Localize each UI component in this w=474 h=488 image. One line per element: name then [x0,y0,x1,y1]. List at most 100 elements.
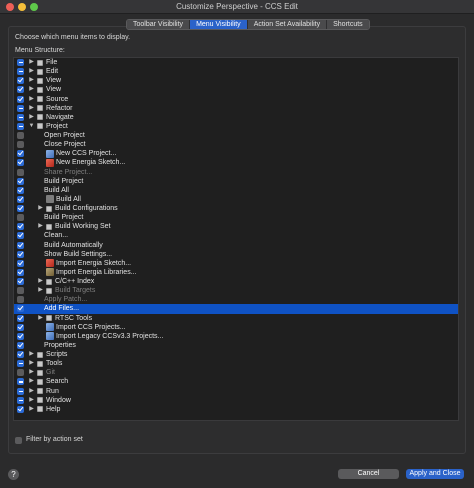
tree-row[interactable]: Build All [14,186,458,195]
expand-right-icon[interactable]: ▶ [37,286,44,295]
filter-checkbox[interactable] [15,437,22,444]
apply-and-close-button[interactable]: Apply and Close [406,469,464,479]
checkbox[interactable] [17,77,24,85]
expand-right-icon[interactable]: ▶ [28,113,35,122]
checkbox[interactable] [17,132,24,139]
checkbox[interactable] [17,396,24,404]
checkbox[interactable] [17,232,24,240]
help-icon[interactable]: ? [8,469,19,480]
checkbox[interactable] [17,86,24,94]
expand-right-icon[interactable]: ▶ [28,67,35,76]
tree-row[interactable]: New Energia Sketch... [14,158,458,167]
checkbox[interactable] [17,150,24,158]
checkbox[interactable] [17,95,24,103]
checkbox[interactable] [17,287,24,295]
expand-right-icon[interactable]: ▶ [28,387,35,396]
tree-row[interactable]: Show Build Settings... [14,250,458,259]
checkbox[interactable] [17,296,24,304]
tree-row[interactable]: ▶ RTSC Tools [14,314,458,323]
tree-row[interactable]: ▶ Window [14,396,458,405]
menu-structure-tree[interactable]: ▶ File ▶ Edit ▶ View ▶ View ▶ Source ▶ Refactor ▶ Nav… [13,57,459,421]
tree-row[interactable]: ▶ Git [14,368,458,377]
expand-right-icon[interactable]: ▶ [28,95,35,104]
expand-right-icon[interactable]: ▶ [28,368,35,377]
expand-right-icon[interactable]: ▶ [37,314,44,323]
checkbox[interactable] [17,360,24,368]
tab-shortcuts[interactable]: Shortcuts [327,20,369,29]
tab-action-set-availability[interactable]: Action Set Availability [247,20,328,29]
tree-row[interactable]: ▶ View [14,76,458,85]
expand-down-icon[interactable]: ▼ [28,122,35,131]
tree-row[interactable]: Build All [14,195,458,204]
tree-row[interactable]: ▶ View [14,85,458,94]
expand-right-icon[interactable]: ▶ [28,58,35,67]
checkbox[interactable] [17,332,24,340]
tab-menu-visibility[interactable]: Menu Visibility [190,20,248,29]
tree-row[interactable]: Import Legacy CCSv3.3 Projects... [14,332,458,341]
expand-right-icon[interactable]: ▶ [28,359,35,368]
tree-row[interactable]: ▶ Tools [14,359,458,368]
tree-row[interactable]: Add Files... [14,304,458,314]
tree-row[interactable]: Build Automatically [14,241,458,250]
checkbox[interactable] [17,259,24,267]
tab-toolbar-visibility[interactable]: Toolbar Visibility [127,20,191,29]
expand-right-icon[interactable]: ▶ [28,396,35,405]
tree-row[interactable]: ▶ Refactor [14,104,458,113]
checkbox[interactable] [17,405,24,413]
tree-row[interactable]: Close Project [14,140,458,149]
tree-row[interactable]: Share Project... [14,168,458,177]
tree-row[interactable]: Apply Patch... [14,295,458,304]
checkbox[interactable] [17,241,24,249]
tree-row[interactable]: Import Energia Sketch... [14,259,458,268]
checkbox[interactable] [17,223,24,231]
tree-row[interactable]: ▶ Navigate [14,113,458,122]
checkbox[interactable] [17,186,24,194]
checkbox[interactable] [17,305,24,313]
checkbox[interactable] [17,195,24,203]
checkbox[interactable] [17,122,24,130]
tree-row[interactable]: ▶ Build Targets [14,286,458,295]
checkbox[interactable] [17,177,24,185]
tree-row[interactable]: Import CCS Projects... [14,323,458,332]
checkbox[interactable] [17,250,24,258]
tree-row[interactable]: ▶ File [14,58,458,67]
expand-right-icon[interactable]: ▶ [28,76,35,85]
tree-row[interactable]: ▶ Source [14,95,458,104]
tree-row[interactable]: ▶ Scripts [14,350,458,359]
checkbox[interactable] [17,205,24,212]
tree-row[interactable]: Clean... [14,231,458,240]
checkbox[interactable] [17,159,24,167]
tree-row[interactable]: ▶ C/C++ Index [14,277,458,286]
tree-row[interactable]: ▶ Edit [14,67,458,76]
tree-row[interactable]: Open Project [14,131,458,140]
checkbox[interactable] [17,387,24,395]
expand-right-icon[interactable]: ▶ [37,204,44,213]
checkbox[interactable] [17,341,24,349]
expand-right-icon[interactable]: ▶ [37,222,44,231]
tree-row[interactable]: ▶ Help [14,405,458,414]
tree-row[interactable]: Properties [14,341,458,350]
checkbox[interactable] [17,113,24,121]
checkbox[interactable] [17,369,24,377]
expand-right-icon[interactable]: ▶ [28,104,35,113]
checkbox[interactable] [17,168,24,176]
checkbox[interactable] [17,141,24,149]
tree-row[interactable]: New CCS Project... [14,149,458,158]
tree-row[interactable]: ▶ Build Configurations [14,204,458,213]
checkbox[interactable] [17,268,24,276]
checkbox[interactable] [17,214,24,222]
expand-right-icon[interactable]: ▶ [28,377,35,386]
tree-row[interactable]: Import Energia Libraries... [14,268,458,277]
checkbox[interactable] [17,278,24,285]
checkbox[interactable] [17,323,24,331]
expand-right-icon[interactable]: ▶ [37,277,44,286]
tree-row[interactable]: ▶ Run [14,387,458,396]
checkbox[interactable] [17,104,24,112]
checkbox[interactable] [17,314,24,322]
tree-row[interactable]: Build Project [14,213,458,222]
tree-row[interactable]: ▶ Build Working Set [14,222,458,231]
checkbox[interactable] [17,378,24,386]
expand-right-icon[interactable]: ▶ [28,405,35,414]
cancel-button[interactable]: Cancel [338,469,399,479]
expand-right-icon[interactable]: ▶ [28,350,35,359]
